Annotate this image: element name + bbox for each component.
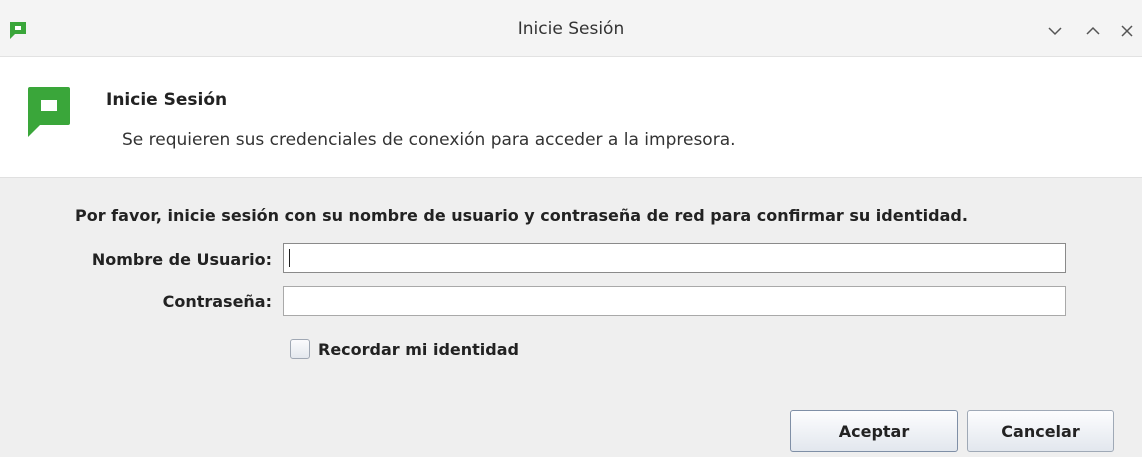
- close-icon: [1121, 25, 1133, 37]
- login-form: Por favor, inicie sesión con su nombre d…: [0, 177, 1142, 457]
- password-label: Contraseña:: [162, 292, 272, 311]
- username-label: Nombre de Usuario:: [91, 250, 272, 269]
- maximize-button[interactable]: [1080, 18, 1106, 44]
- minimize-button[interactable]: [1042, 18, 1068, 44]
- password-field[interactable]: [283, 286, 1066, 316]
- close-button[interactable]: [1114, 18, 1140, 44]
- instructions-text: Por favor, inicie sesión con su nombre d…: [75, 206, 968, 225]
- header-title: Inicie Sesión: [106, 90, 228, 110]
- papercut-logo-icon: [28, 87, 70, 137]
- chevron-up-icon: [1086, 26, 1100, 35]
- remember-me-label: Recordar mi identidad: [318, 339, 519, 359]
- remember-me-checkbox[interactable]: [290, 339, 310, 359]
- dialog-header: Inicie Sesión Se requieren sus credencia…: [0, 57, 1142, 177]
- chevron-down-icon: [1048, 27, 1062, 36]
- title-bar: Inicie Sesión: [0, 0, 1142, 57]
- text-caret: [289, 249, 290, 267]
- remember-me-option[interactable]: Recordar mi identidad: [290, 339, 519, 359]
- header-subtitle: Se requieren sus credenciales de conexió…: [122, 130, 736, 150]
- username-field[interactable]: [283, 243, 1066, 273]
- window-title: Inicie Sesión: [517, 19, 625, 39]
- accept-button[interactable]: Aceptar: [790, 410, 958, 452]
- cancel-button[interactable]: Cancelar: [967, 410, 1114, 452]
